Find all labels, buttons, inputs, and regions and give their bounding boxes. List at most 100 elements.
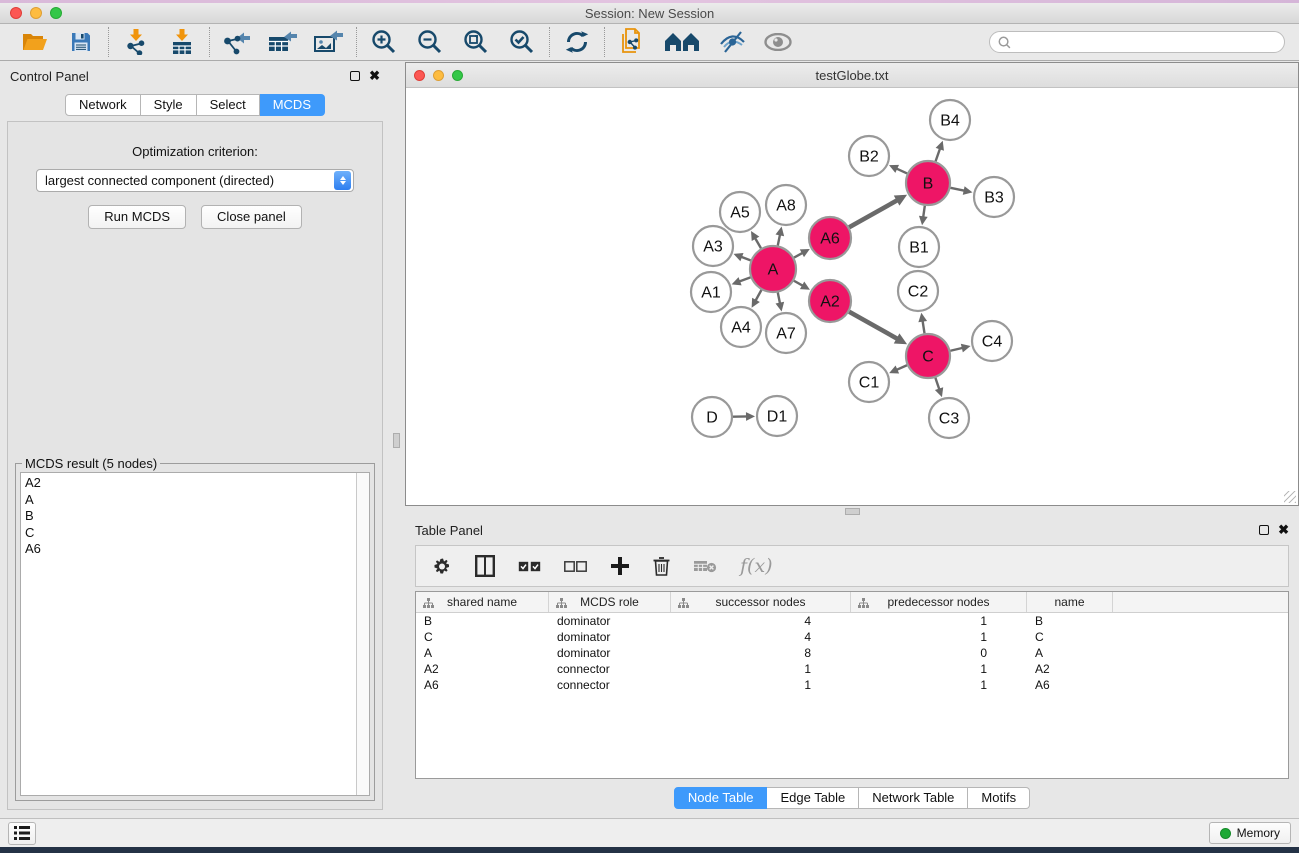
table-row[interactable]: Cdominator41C [416, 629, 1288, 645]
task-history-button[interactable] [8, 822, 36, 845]
column-header-shared-name[interactable]: shared name [416, 592, 549, 612]
graph-edge-A-A6[interactable] [794, 249, 810, 258]
graph-node-B[interactable]: B [906, 161, 950, 205]
graph-edge-A6-B[interactable] [849, 195, 907, 227]
tab-network[interactable]: Network [65, 94, 141, 116]
graph-edge-A2-C[interactable] [849, 312, 907, 344]
graph-node-A4[interactable]: A4 [721, 307, 761, 347]
mcds-result-item[interactable]: B [25, 508, 352, 525]
tab-mcds[interactable]: MCDS [260, 94, 325, 116]
graph-edge-A-A8[interactable] [776, 227, 785, 246]
graph-node-C3[interactable]: C3 [929, 398, 969, 438]
zoom-out-icon[interactable] [415, 27, 445, 57]
vertical-splitter-handle[interactable] [393, 433, 400, 448]
table-row[interactable]: A6connector11A6 [416, 677, 1288, 693]
mcds-result-item[interactable]: C [25, 525, 352, 542]
tab-node-table[interactable]: Node Table [674, 787, 768, 809]
clone-network-icon[interactable] [617, 27, 647, 57]
mcds-result-item[interactable]: A2 [25, 475, 352, 492]
refresh-network-view-icon[interactable] [562, 27, 592, 57]
mcds-result-list[interactable]: A2ABCA6 [20, 472, 370, 796]
graph-edge-C-C1[interactable] [889, 365, 907, 373]
column-header-name[interactable]: name [1027, 592, 1113, 612]
criterion-select[interactable]: largest connected component (directed) [36, 169, 354, 192]
graph-edge-A-A5[interactable] [751, 231, 761, 248]
import-network-from-file-icon[interactable] [121, 27, 151, 57]
tab-edge-table[interactable]: Edge Table [767, 787, 859, 809]
hide-graphics-details-icon[interactable] [717, 27, 747, 57]
tab-select[interactable]: Select [197, 94, 260, 116]
graph-node-A8[interactable]: A8 [766, 185, 806, 225]
result-list-scrollbar[interactable] [356, 473, 369, 795]
table-row[interactable]: A2connector11A2 [416, 661, 1288, 677]
export-network-icon[interactable] [222, 27, 252, 57]
tab-motifs[interactable]: Motifs [968, 787, 1030, 809]
graph-node-C4[interactable]: C4 [972, 321, 1012, 361]
graph-node-C2[interactable]: C2 [898, 271, 938, 311]
graph-edge-B-B3[interactable] [950, 186, 972, 195]
close-panel-icon[interactable]: ✖ [1278, 525, 1289, 535]
search-input[interactable] [1016, 35, 1276, 49]
add-column-icon[interactable] [610, 553, 630, 579]
network-canvas[interactable]: B4B2BB3A8A5A6A3B1AC2A1A2A4A7C4CC1C3DD1 [406, 88, 1298, 505]
graph-node-A6[interactable]: A6 [809, 217, 851, 259]
float-panel-icon[interactable] [350, 71, 360, 81]
column-header-predecessor-nodes[interactable]: predecessor nodes [851, 592, 1027, 612]
graph-node-A[interactable]: A [750, 246, 796, 292]
zoom-selected-region-icon[interactable] [507, 27, 537, 57]
table-options-icon[interactable] [432, 553, 452, 579]
graph-edge-B-B2[interactable] [889, 165, 907, 174]
equation-builder-icon[interactable]: f(x) [740, 553, 773, 579]
delete-columns-icon[interactable] [653, 553, 670, 579]
birds-eye-view-icon[interactable] [763, 27, 793, 57]
graph-edge-C-C3[interactable] [935, 378, 943, 397]
open-session-icon[interactable] [20, 27, 50, 57]
graph-edge-C-C2[interactable] [918, 313, 927, 334]
run-mcds-button[interactable]: Run MCDS [88, 205, 186, 229]
graph-node-C[interactable]: C [906, 334, 950, 378]
tab-style[interactable]: Style [141, 94, 197, 116]
select-all-rows-icon[interactable] [518, 553, 541, 579]
show-column-icon[interactable] [475, 553, 495, 579]
zoom-fit-content-icon[interactable] [461, 27, 491, 57]
graph-node-D[interactable]: D [692, 397, 732, 437]
graph-node-A1[interactable]: A1 [691, 272, 731, 312]
mcds-result-item[interactable]: A [25, 492, 352, 509]
graph-node-A3[interactable]: A3 [693, 226, 733, 266]
graph-edge-A-A7[interactable] [776, 293, 785, 312]
graph-node-C1[interactable]: C1 [849, 362, 889, 402]
graph-node-B4[interactable]: B4 [930, 100, 970, 140]
delete-table-icon[interactable] [693, 553, 717, 579]
close-panel-icon[interactable]: ✖ [369, 71, 380, 81]
zoom-in-icon[interactable] [369, 27, 399, 57]
graph-edge-A-A2[interactable] [794, 281, 810, 290]
window-resize-grip[interactable] [1284, 491, 1296, 503]
graph-node-A2[interactable]: A2 [809, 280, 851, 322]
graph-edge-B-B1[interactable] [919, 206, 928, 225]
import-table-from-file-icon[interactable] [167, 27, 197, 57]
save-session-icon[interactable] [66, 27, 96, 57]
graph-node-A7[interactable]: A7 [766, 313, 806, 353]
tab-network-table[interactable]: Network Table [859, 787, 968, 809]
deselect-all-rows-icon[interactable] [564, 553, 587, 579]
graph-edge-A-A4[interactable] [752, 290, 762, 308]
column-header-mcds-role[interactable]: MCDS role [549, 592, 671, 612]
graph-node-A5[interactable]: A5 [720, 192, 760, 232]
horizontal-splitter-handle[interactable] [845, 508, 860, 515]
graph-edge-A-A3[interactable] [734, 253, 751, 261]
graph-edge-B-B4[interactable] [936, 141, 944, 162]
column-header-successor-nodes[interactable]: successor nodes [671, 592, 851, 612]
export-table-icon[interactable] [268, 27, 298, 57]
mcds-result-item[interactable]: A6 [25, 541, 352, 558]
table-row[interactable]: Bdominator41B [416, 613, 1288, 629]
graph-node-B1[interactable]: B1 [899, 227, 939, 267]
graph-edge-D-D1[interactable] [733, 412, 755, 421]
graph-edge-C-C4[interactable] [950, 344, 970, 353]
export-image-icon[interactable] [314, 27, 344, 57]
graph-node-B2[interactable]: B2 [849, 136, 889, 176]
memory-button[interactable]: Memory [1209, 822, 1291, 844]
search-field[interactable] [989, 31, 1285, 53]
float-panel-icon[interactable] [1259, 525, 1269, 535]
table-row[interactable]: Adominator80A [416, 645, 1288, 661]
first-neighbors-icon[interactable] [663, 27, 701, 57]
